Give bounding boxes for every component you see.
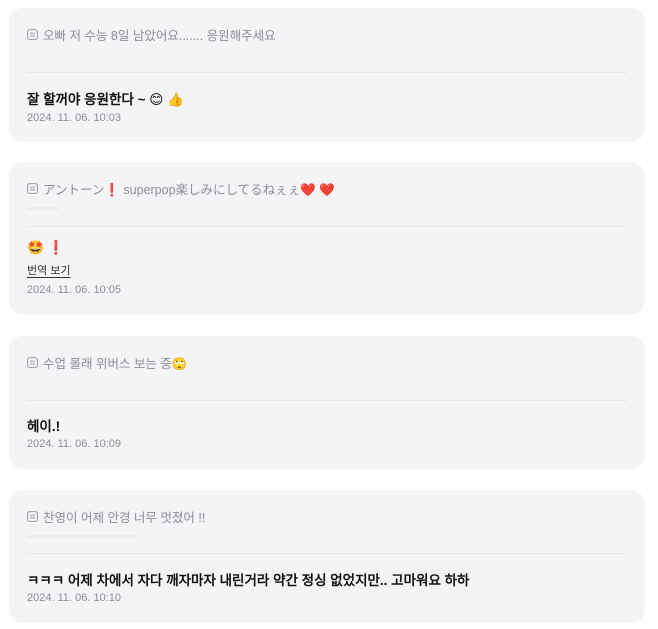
timestamp: 2024. 11. 06. 10:10 <box>27 592 121 604</box>
quote-translation-placeholder <box>27 535 137 538</box>
quoted-comment-text: 찬영이 어제 안경 너무 멋졌어 !! <box>43 511 206 525</box>
quoted-comment[interactable]: 찬영이 어제 안경 너무 멋졌어 !! <box>27 507 205 526</box>
timestamp: 2024. 11. 06. 10:09 <box>27 438 121 450</box>
quoted-comment[interactable]: 수업 몰래 위버스 보는 중🙄 <box>27 353 187 372</box>
quoted-comment-text: 오빠 저 수능 8일 남았어요....... 응원해주세요 <box>43 29 276 43</box>
comment-card: 찬영이 어제 안경 너무 멋졌어 !! ㅋㅋㅋ 어제 차에서 자다 깨자마자 내… <box>9 490 645 623</box>
comment-card: 수업 몰래 위버스 보는 중🙄 헤이.! 2024. 11. 06. 10:09 <box>9 336 645 469</box>
divider <box>27 400 627 401</box>
quoted-comment[interactable]: アントーン❗ superpop楽しみにしてるねぇぇ❤️ ❤️ <box>27 179 335 198</box>
reply-text: 헤이.! <box>27 419 61 434</box>
divider <box>27 553 627 554</box>
reply-text: 🤩 ❗ <box>27 240 65 255</box>
timestamp: 2024. 11. 06. 10:05 <box>27 284 121 296</box>
comment-card: アントーン❗ superpop楽しみにしてるねぇぇ❤️ ❤️ 🤩 ❗ 번역 보기… <box>9 162 645 315</box>
timestamp: 2024. 11. 06. 10:03 <box>27 112 121 124</box>
reply-text: 잘 할꺼야 응원한다 ~ 😊 👍 <box>27 92 184 107</box>
document-icon <box>27 357 38 368</box>
divider <box>27 72 627 73</box>
reply-text: ㅋㅋㅋ 어제 차에서 자다 깨자마자 내린거라 약간 정싱 없었지만.. 고마워… <box>27 573 470 588</box>
quoted-comment[interactable]: 오빠 저 수능 8일 남았어요....... 응원해주세요 <box>27 25 276 44</box>
document-icon <box>27 29 38 40</box>
comment-card: 오빠 저 수능 8일 남았어요....... 응원해주세요 잘 할꺼야 응원한다… <box>9 8 645 142</box>
translate-link[interactable]: 번역 보기 <box>27 262 71 278</box>
quoted-comment-text: 수업 몰래 위버스 보는 중🙄 <box>43 357 188 371</box>
quoted-comment-text: アントーン❗ superpop楽しみにしてるねぇぇ❤️ ❤️ <box>43 183 335 197</box>
document-icon <box>27 511 38 522</box>
quote-translation-placeholder <box>27 207 59 210</box>
divider <box>27 226 627 227</box>
document-icon <box>27 183 38 194</box>
